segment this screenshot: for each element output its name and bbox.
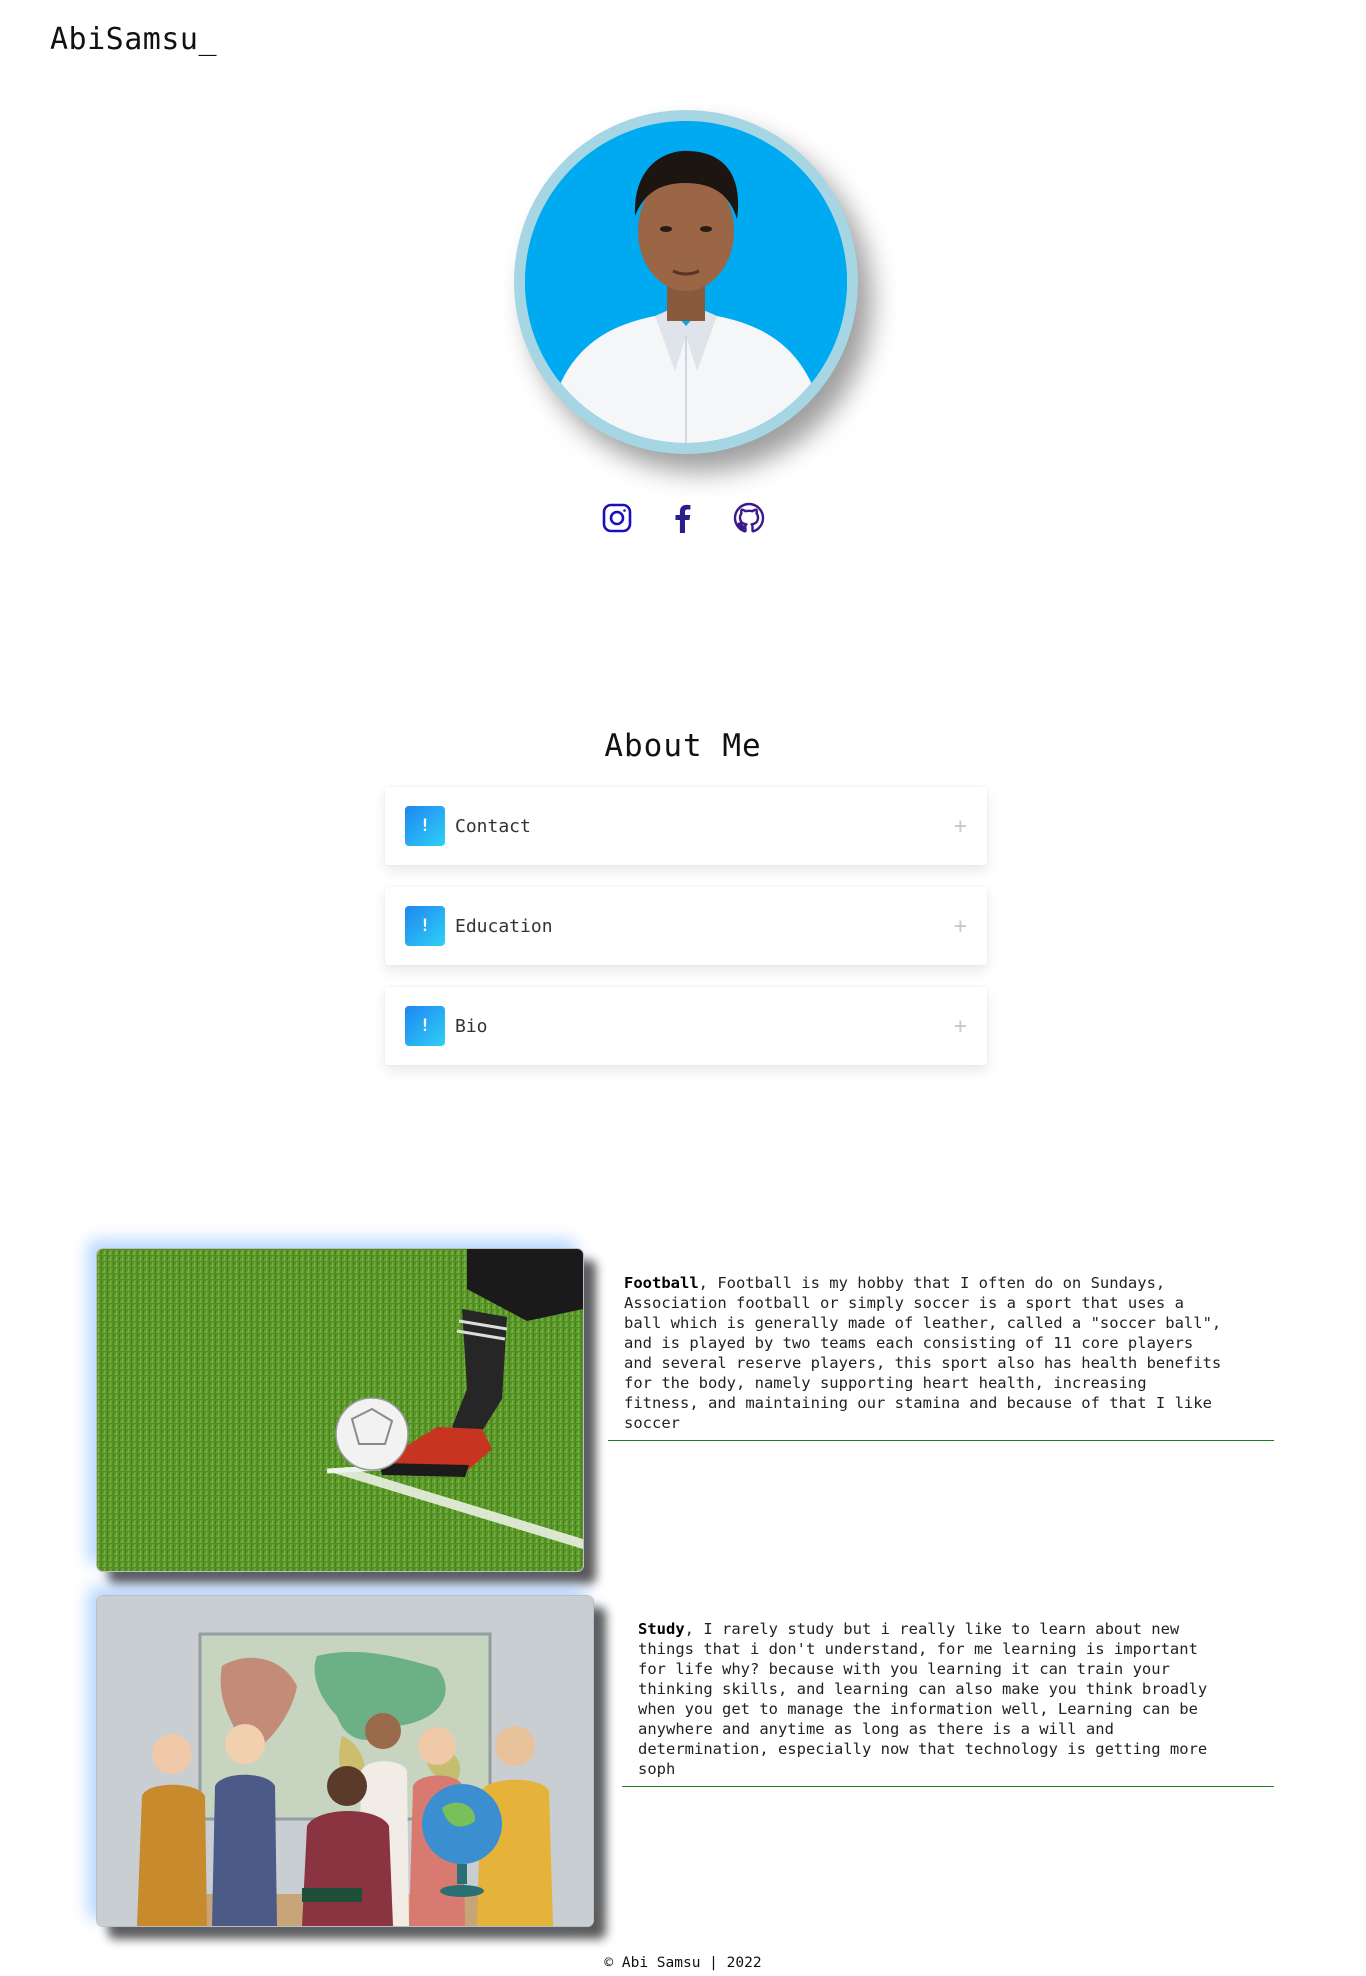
footer-copyright: © Abi Samsu | 2022: [604, 1955, 762, 1971]
github-icon[interactable]: [733, 502, 765, 534]
instagram-icon[interactable]: [601, 502, 633, 534]
facebook-icon[interactable]: [667, 502, 699, 534]
plus-icon[interactable]: +: [954, 914, 967, 939]
info-icon: !: [405, 906, 445, 946]
hobby-text: , Football is my hobby that I often do o…: [624, 1274, 1222, 1432]
social-links: [0, 502, 1366, 534]
accordion-item-contact[interactable]: ! Contact +: [385, 787, 987, 865]
hobby-title: Study: [638, 1620, 685, 1638]
accordion-label: Contact: [455, 815, 531, 837]
info-icon: !: [405, 1006, 445, 1046]
about-me-heading: About Me: [604, 728, 762, 764]
hobby-title: Football: [624, 1274, 699, 1292]
accordion-item-education[interactable]: ! Education +: [385, 887, 987, 965]
football-description: Football, Football is my hobby that I of…: [624, 1273, 1284, 1433]
study-description: Study, I rarely study but i really like …: [638, 1619, 1278, 1779]
brand-logo[interactable]: AbiSamsu_: [50, 22, 217, 57]
plus-icon[interactable]: +: [954, 1014, 967, 1039]
plus-icon[interactable]: +: [954, 814, 967, 839]
info-icon: !: [405, 806, 445, 846]
accordion-label: Bio: [455, 1015, 488, 1037]
accordion-item-bio[interactable]: ! Bio +: [385, 987, 987, 1065]
accordion-label: Education: [455, 915, 553, 937]
divider: [608, 1440, 1274, 1441]
football-photo: [96, 1248, 584, 1572]
classroom-photo: [96, 1595, 594, 1927]
hobby-text: , I rarely study but i really like to le…: [638, 1620, 1208, 1778]
profile-photo: [525, 121, 847, 443]
profile-avatar-frame: [514, 110, 858, 454]
divider: [622, 1786, 1274, 1787]
